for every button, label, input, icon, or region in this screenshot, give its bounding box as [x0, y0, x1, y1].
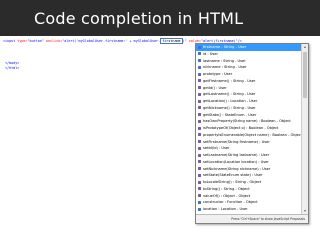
completion-item[interactable]: setId(id) : User [196, 145, 302, 152]
completion-item[interactable]: location : Location - User [196, 206, 302, 213]
method-icon [198, 167, 201, 171]
completion-hint: Press 'Ctrl+Space' to show JavaScript Pr… [196, 214, 308, 223]
completion-item-label: propertyIsEnumerable(Object name) : Bool… [203, 132, 303, 137]
method-icon [198, 106, 201, 110]
completion-item[interactable]: getId() : User [196, 85, 302, 92]
property-icon [198, 59, 201, 63]
tag-open: <input [3, 39, 16, 43]
completion-item[interactable]: toLocaleString() : String - Object [196, 179, 302, 186]
method-icon [198, 92, 201, 96]
method-icon [198, 160, 201, 164]
method-icon [198, 119, 201, 123]
completion-item-label: valueOf() : Object - Object [203, 193, 251, 198]
attr-onclick-value: "alert('myGlobalUser.firstname:' + myGlo… [62, 39, 161, 43]
slide-title: Code completion in HTML [34, 9, 244, 28]
completion-item-label: constructor : Function - Object [203, 200, 258, 205]
method-icon [198, 126, 201, 130]
completion-item[interactable]: hasOwnProperty(String name) : Boolean - … [196, 118, 302, 125]
completion-item-label: setLocation(Location location) : User [203, 159, 269, 164]
method-icon [198, 194, 201, 198]
completion-item-label: toLocaleString() : String - Object [203, 180, 262, 184]
completion-item-label: getState() : StateEnum - User [203, 112, 257, 117]
completion-item-label: hasOwnProperty(String name) : Boolean - … [203, 119, 291, 124]
attr-onclick: onclick= [43, 39, 63, 43]
attr-type: type= [15, 39, 28, 43]
completion-list[interactable]: firstname : String - User id : User lastna… [196, 44, 302, 218]
completion-item[interactable]: prototype : User [196, 71, 302, 78]
completion-item[interactable]: getLastname() : String - User [196, 91, 302, 98]
completion-item[interactable]: id : User [196, 51, 302, 58]
attr-type-value: "button" [27, 39, 44, 43]
completion-item-label: setId(id) : User [203, 146, 230, 151]
completion-popup[interactable]: firstname : String - User id : User lastna… [195, 43, 309, 224]
completion-item[interactable]: setLocation(Location location) : User [196, 159, 302, 166]
completion-item-label: getNickname() : String - User [203, 105, 256, 110]
property-icon [198, 45, 201, 49]
completion-item[interactable]: lastname : String - User [196, 58, 302, 65]
completion-item-label: getFirstname() : String - User [203, 78, 256, 83]
completion-item-label: setState(StateEnum state) : User [203, 173, 263, 178]
method-icon [198, 99, 201, 103]
scroll-thumb[interactable] [303, 52, 307, 98]
completion-item-label: setFirstname(String firstname) : User [203, 139, 270, 144]
completion-item-label: location : Location - User [203, 207, 248, 211]
completion-item-label: toString() : String - Object [203, 186, 250, 191]
scroll-down-icon[interactable] [303, 210, 306, 212]
method-icon [198, 140, 201, 144]
method-icon [198, 113, 201, 117]
completion-item-label: isPrototypeOf(Object o) : Boolean - Obje… [203, 126, 279, 130]
property-icon [198, 52, 201, 56]
completion-item[interactable]: setFirstname(String firstname) : User [196, 139, 302, 146]
completion-item[interactable]: nickname : String - User [196, 64, 302, 71]
method-icon [198, 180, 201, 184]
completion-scrollbar[interactable] [301, 44, 308, 214]
method-icon [198, 79, 201, 83]
property-icon [198, 207, 201, 211]
completion-item-label: getLocation() : Location - User [203, 99, 258, 103]
completion-item[interactable]: constructor : Function - Object [196, 199, 302, 206]
completion-item[interactable]: getFirstname() : String - User [196, 78, 302, 85]
completion-item[interactable]: toString() : String - Object [196, 186, 302, 193]
completion-item[interactable]: setNickname(String nickname) : User [196, 166, 302, 173]
property-icon [198, 65, 201, 69]
completion-item-label: lastname : String - User [203, 58, 246, 63]
method-icon [198, 173, 201, 177]
code-line-html-close[interactable]: </html> [5, 66, 19, 70]
method-icon [198, 187, 201, 191]
scroll-up-icon[interactable] [303, 46, 306, 48]
completion-item[interactable]: firstname : String - User [196, 44, 302, 51]
property-icon [198, 72, 201, 76]
completion-item-label: firstname : String - User [203, 45, 247, 49]
property-icon [198, 200, 201, 204]
completion-item[interactable]: getState() : StateEnum - User [196, 112, 302, 119]
completion-item-label: nickname : String - User [203, 65, 247, 70]
completion-item-label: prototype : User [203, 72, 233, 76]
completion-item[interactable]: setState(StateEnum state) : User [196, 172, 302, 179]
completion-item-label: setLastname(String lastname) : User [203, 153, 270, 157]
completion-item-label: setNickname(String nickname) : User [203, 166, 271, 171]
completion-item-label: getLastname() : String - User [203, 92, 256, 97]
code-line-body-close[interactable]: </body> [5, 61, 19, 65]
completion-item[interactable]: propertyIsEnumerable(Object name) : Bool… [196, 132, 302, 139]
method-icon [198, 133, 201, 137]
completion-item[interactable]: getLocation() : Location - User [196, 98, 302, 105]
completion-target[interactable]: firstname [160, 38, 183, 44]
completion-item[interactable]: setLastname(String lastname) : User [196, 152, 302, 159]
completion-item-label: id : User [203, 51, 218, 56]
completion-item[interactable]: getNickname() : String - User [196, 105, 302, 112]
method-icon [198, 86, 201, 90]
completion-item[interactable]: isPrototypeOf(Object o) : Boolean - Obje… [196, 125, 302, 132]
completion-item[interactable]: valueOf() : Object - Object [196, 193, 302, 200]
completion-item-label: getId() : User [203, 85, 227, 90]
method-icon [198, 153, 201, 157]
method-icon [198, 146, 201, 150]
